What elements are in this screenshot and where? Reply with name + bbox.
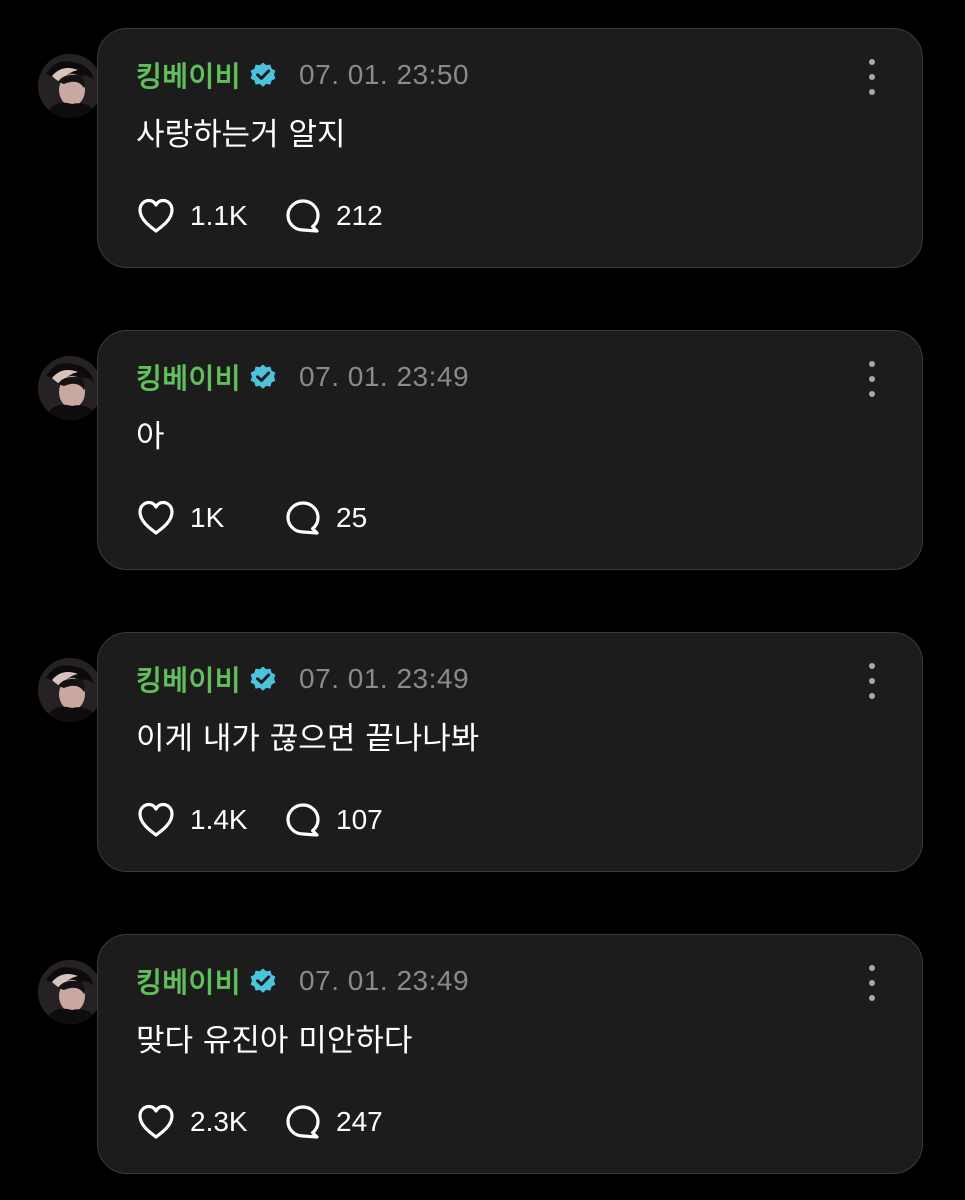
- post-bubble: 킹베이비 07. 01. 23:50 사랑하는거 알지 1.1K 212: [97, 28, 923, 268]
- post-card: 킹베이비 07. 01. 23:49 아 1K 25: [0, 330, 965, 574]
- username[interactable]: 킹베이비: [136, 961, 241, 1001]
- like-count: 1K: [190, 502, 225, 533]
- more-dot: [869, 391, 875, 397]
- more-options-button[interactable]: [862, 59, 882, 95]
- comment-button[interactable]: 25: [284, 499, 367, 537]
- post-header: 킹베이비 07. 01. 23:50: [136, 55, 469, 95]
- like-button[interactable]: 2.3K: [136, 1103, 284, 1141]
- heart-icon: [138, 802, 174, 837]
- username[interactable]: 킹베이비: [136, 659, 241, 699]
- speech-bubble-icon: [286, 501, 320, 535]
- avatar-image: [38, 54, 102, 118]
- post-feed: 킹베이비 07. 01. 23:50 사랑하는거 알지 1.1K 212 킹베이…: [0, 0, 965, 1200]
- post-actions: 1.1K 212: [136, 195, 383, 237]
- verified-badge-icon: [250, 62, 276, 87]
- verified-badge-icon: [250, 364, 276, 389]
- post-text: 아: [136, 419, 165, 455]
- more-dot: [869, 980, 875, 986]
- post-card: 킹베이비 07. 01. 23:49 맞다 유진아 미안하다 2.3K 247: [0, 934, 965, 1178]
- more-options-button[interactable]: [862, 663, 882, 699]
- heart-icon: [138, 198, 174, 233]
- more-options-button[interactable]: [862, 965, 882, 1001]
- post-header: 킹베이비 07. 01. 23:49: [136, 961, 469, 1001]
- post-bubble: 킹베이비 07. 01. 23:49 아 1K 25: [97, 330, 923, 570]
- username[interactable]: 킹베이비: [136, 55, 241, 95]
- speech-bubble-icon: [286, 1105, 320, 1139]
- comment-button[interactable]: 212: [284, 197, 383, 235]
- more-vertical-icon: [869, 361, 875, 367]
- avatar[interactable]: [38, 960, 102, 1024]
- heart-icon: [138, 1104, 174, 1139]
- post-text: 사랑하는거 알지: [136, 117, 346, 153]
- more-dot: [869, 678, 875, 684]
- verified-badge-icon: [250, 666, 276, 691]
- timestamp: 07. 01. 23:49: [299, 663, 470, 694]
- avatar[interactable]: [38, 356, 102, 420]
- like-count: 1.1K: [190, 200, 248, 231]
- verified-badge-icon: [250, 968, 276, 993]
- like-button[interactable]: 1.1K: [136, 197, 284, 235]
- post-actions: 1K 25: [136, 497, 367, 539]
- heart-icon: [138, 500, 174, 535]
- timestamp: 07. 01. 23:50: [299, 59, 470, 90]
- comment-count: 212: [336, 200, 383, 231]
- post-header: 킹베이비 07. 01. 23:49: [136, 357, 469, 397]
- more-vertical-icon: [869, 965, 875, 971]
- username[interactable]: 킹베이비: [136, 357, 241, 397]
- more-vertical-icon: [869, 59, 875, 65]
- more-dot: [869, 693, 875, 699]
- avatar-image: [38, 356, 102, 420]
- post-card: 킹베이비 07. 01. 23:50 사랑하는거 알지 1.1K 212: [0, 28, 965, 272]
- like-count: 2.3K: [190, 1106, 248, 1137]
- timestamp: 07. 01. 23:49: [299, 361, 470, 392]
- post-actions: 2.3K 247: [136, 1101, 383, 1143]
- avatar[interactable]: [38, 54, 102, 118]
- post-card: 킹베이비 07. 01. 23:49 이게 내가 끊으면 끝나나봐 1.4K 1…: [0, 632, 965, 876]
- post-text: 이게 내가 끊으면 끝나나봐: [136, 721, 480, 757]
- comment-count: 25: [336, 502, 368, 533]
- comment-button[interactable]: 247: [284, 1103, 383, 1141]
- post-header: 킹베이비 07. 01. 23:49: [136, 659, 469, 699]
- comment-count: 107: [336, 804, 383, 835]
- more-vertical-icon: [869, 663, 875, 669]
- avatar-image: [38, 960, 102, 1024]
- like-button[interactable]: 1.4K: [136, 801, 284, 839]
- like-count: 1.4K: [190, 804, 248, 835]
- more-dot: [869, 995, 875, 1001]
- post-bubble: 킹베이비 07. 01. 23:49 맞다 유진아 미안하다 2.3K 247: [97, 934, 923, 1174]
- more-dot: [869, 74, 875, 80]
- speech-bubble-icon: [286, 803, 320, 837]
- avatar[interactable]: [38, 658, 102, 722]
- post-actions: 1.4K 107: [136, 799, 383, 841]
- post-bubble: 킹베이비 07. 01. 23:49 이게 내가 끊으면 끝나나봐 1.4K 1…: [97, 632, 923, 872]
- comment-count: 247: [336, 1106, 383, 1137]
- more-dot: [869, 89, 875, 95]
- comment-button[interactable]: 107: [284, 801, 383, 839]
- more-dot: [869, 376, 875, 382]
- like-button[interactable]: 1K: [136, 499, 284, 537]
- avatar-image: [38, 658, 102, 722]
- timestamp: 07. 01. 23:49: [299, 965, 470, 996]
- post-text: 맞다 유진아 미안하다: [136, 1023, 413, 1059]
- speech-bubble-icon: [286, 199, 320, 233]
- more-options-button[interactable]: [862, 361, 882, 397]
